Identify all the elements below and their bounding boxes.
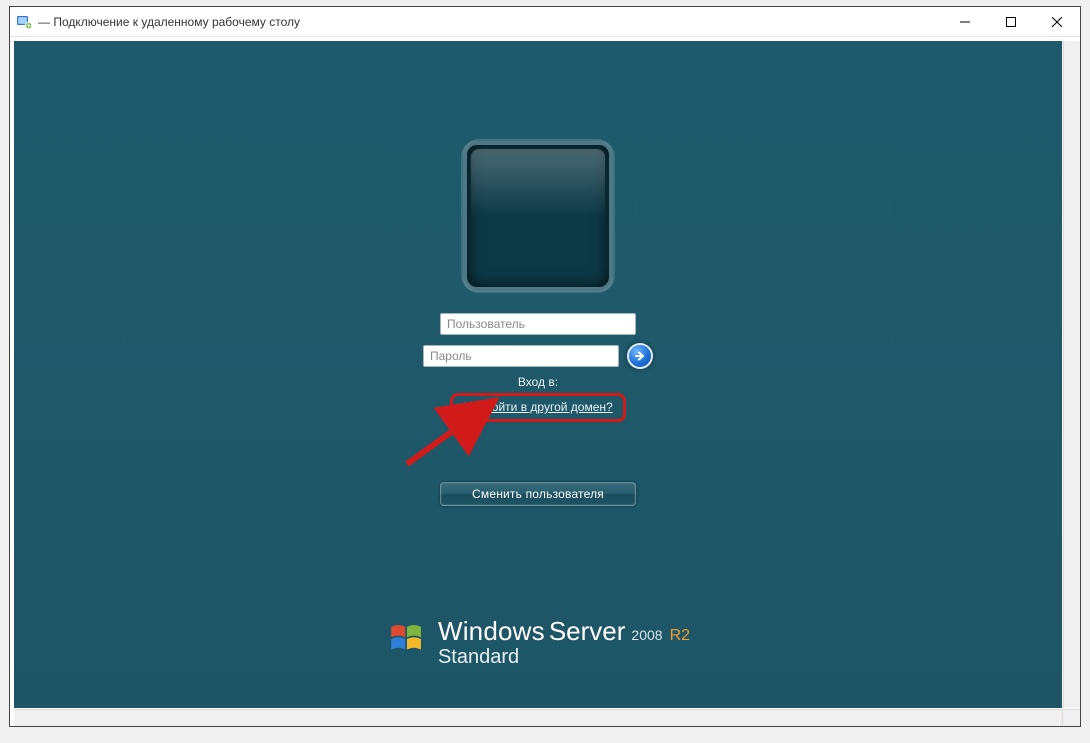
other-domain-link[interactable]: Как войти в другой домен? (463, 400, 612, 414)
brand-server: Server (549, 618, 626, 645)
os-branding: Windows Server 2008 R2 Standard (386, 618, 690, 668)
close-button[interactable] (1034, 7, 1080, 37)
user-avatar-frame (463, 141, 613, 291)
annotation-highlight: Как войти в другой домен? (450, 393, 625, 422)
login-panel: Вход в: Как войти в другой домен? Сменит… (423, 141, 653, 506)
rdp-window: — Подключение к удаленному рабочему стол… (9, 6, 1081, 727)
brand-r2: R2 (670, 628, 690, 645)
rdp-icon (16, 14, 32, 30)
windows-flag-icon (386, 618, 428, 660)
brand-edition: Standard (438, 647, 690, 668)
minimize-button[interactable] (942, 7, 988, 37)
password-input[interactable] (423, 345, 619, 367)
maximize-button[interactable] (988, 7, 1034, 37)
brand-year: 2008 (631, 628, 662, 643)
window-title: — Подключение к удаленному рабочему стол… (38, 15, 300, 29)
username-input[interactable] (440, 313, 636, 335)
vertical-scrollbar[interactable] (1063, 41, 1080, 708)
submit-button[interactable] (627, 343, 653, 369)
window-controls (942, 7, 1080, 37)
content-area: Вход в: Как войти в другой домен? Сменит… (10, 37, 1080, 726)
titlebar[interactable]: — Подключение к удаленному рабочему стол… (10, 7, 1080, 37)
horizontal-scrollbar[interactable] (14, 709, 1080, 726)
remote-desktop-viewport: Вход в: Как войти в другой домен? Сменит… (14, 41, 1062, 708)
login-to-label: Вход в: (518, 375, 558, 389)
switch-user-button[interactable]: Сменить пользователя (440, 482, 636, 506)
brand-windows: Windows (438, 618, 545, 645)
